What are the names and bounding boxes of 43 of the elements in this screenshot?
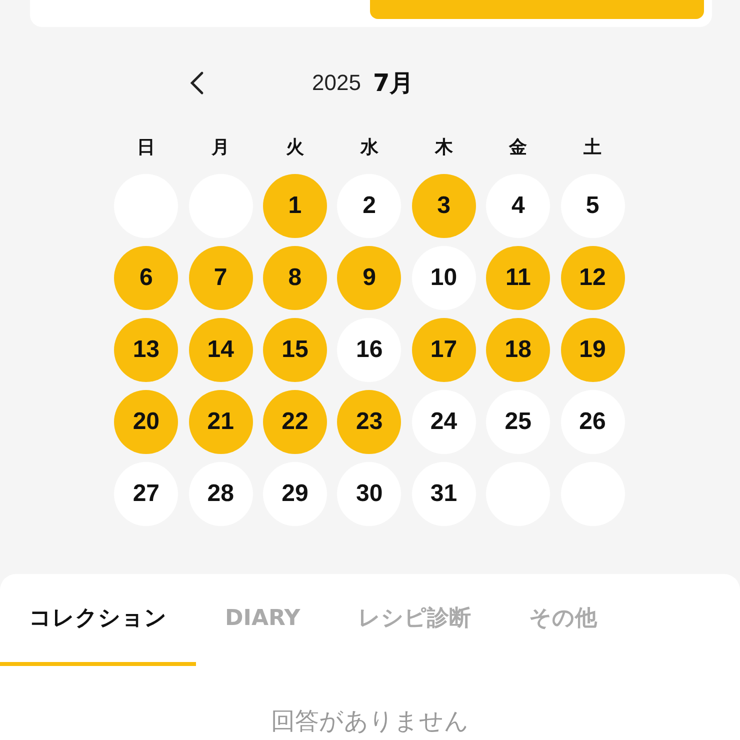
day-cell[interactable]: 5 — [560, 174, 625, 238]
day-cell[interactable]: 3 — [412, 174, 476, 238]
weekday-label: 土 — [584, 138, 602, 158]
day-cell[interactable]: 10 — [412, 246, 476, 310]
day-cell[interactable]: 19 — [560, 318, 625, 382]
day-cell[interactable]: 13 — [114, 318, 178, 382]
day-cell[interactable]: 24 — [412, 390, 476, 454]
day-cell[interactable]: 14 — [188, 318, 253, 382]
weekday-label: 月 — [212, 138, 230, 158]
day-cell[interactable]: 4 — [486, 174, 550, 238]
day-cell[interactable]: 29 — [262, 462, 327, 526]
day-cell[interactable]: 2 — [337, 174, 402, 238]
weekday-label: 日 — [137, 138, 156, 158]
day-cell[interactable]: 9 — [337, 246, 402, 310]
day-cell[interactable]: 31 — [412, 462, 476, 526]
day-cell[interactable]: 28 — [188, 462, 253, 526]
day-cell[interactable]: 21 — [188, 390, 253, 454]
weekday-label: 金 — [509, 138, 528, 158]
day-cell[interactable]: 20 — [114, 390, 178, 454]
day-cell[interactable]: 16 — [337, 318, 402, 382]
day-cell[interactable]: 17 — [412, 318, 476, 382]
day-cell[interactable]: 26 — [560, 390, 625, 454]
day-cell[interactable]: 25 — [486, 390, 550, 454]
day-cell[interactable]: 11 — [486, 246, 550, 310]
weekday-label: 火 — [286, 138, 304, 158]
day-cell[interactable]: 8 — [262, 246, 327, 310]
day-cell[interactable]: 15 — [262, 318, 327, 382]
tab[interactable]: コレクション — [0, 574, 196, 666]
weekday-label: 木 — [434, 138, 453, 158]
day-cell[interactable]: 7 — [188, 246, 253, 310]
chevron-left-icon[interactable] — [188, 70, 206, 96]
day-cell[interactable]: 18 — [486, 318, 550, 382]
day-cell[interactable]: 12 — [560, 246, 625, 310]
weekday-label: 水 — [360, 138, 378, 158]
empty-message: 回答がありません — [270, 706, 470, 736]
year-label: 2025 — [312, 70, 361, 96]
day-cell[interactable]: 1 — [262, 174, 327, 238]
month-label: 7月 — [372, 68, 414, 99]
day-cell[interactable]: 30 — [337, 462, 402, 526]
day-cell[interactable]: 22 — [262, 390, 327, 454]
day-cell[interactable]: 23 — [337, 390, 402, 454]
day-cell[interactable]: 27 — [114, 462, 178, 526]
day-cell[interactable]: 6 — [114, 246, 178, 310]
